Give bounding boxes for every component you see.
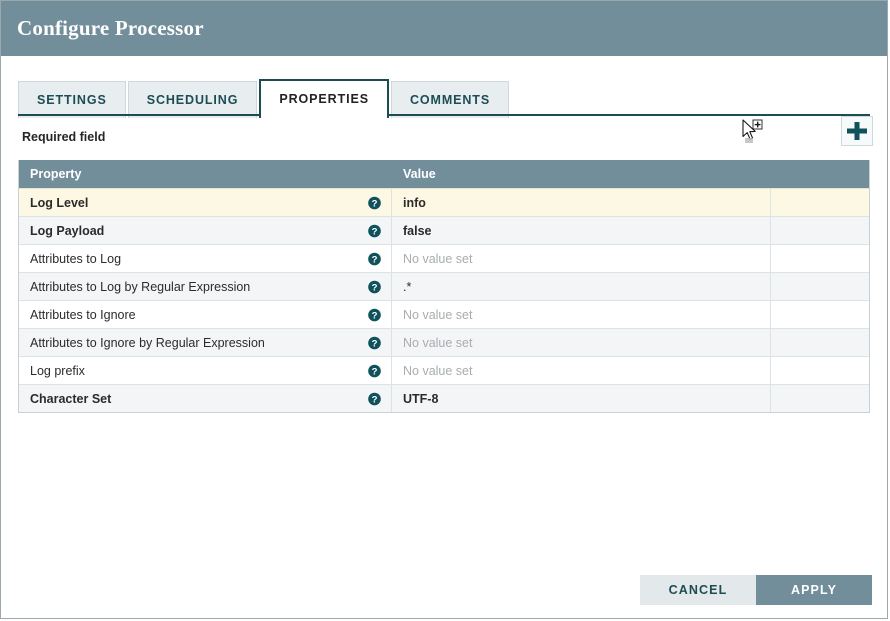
row-actions-cell[interactable] bbox=[771, 329, 869, 356]
svg-text:?: ? bbox=[372, 226, 378, 237]
property-label: Character Set bbox=[30, 391, 112, 406]
table-row[interactable]: Character Set ? UTF-8 bbox=[19, 384, 869, 412]
property-name-cell: Attributes to Log by Regular Expression … bbox=[19, 273, 392, 300]
property-label: Log prefix bbox=[30, 363, 85, 378]
row-actions-cell[interactable] bbox=[771, 357, 869, 384]
property-value-cell[interactable]: No value set bbox=[392, 301, 771, 328]
required-field-label: Required field bbox=[22, 130, 106, 144]
property-name-cell: Log Payload ? bbox=[19, 217, 392, 244]
property-value-cell[interactable]: No value set bbox=[392, 357, 771, 384]
help-circle-icon[interactable]: ? bbox=[368, 392, 381, 405]
column-header-property: Property bbox=[30, 167, 82, 181]
help-circle-icon[interactable]: ? bbox=[368, 252, 381, 265]
plus-icon bbox=[842, 117, 872, 145]
column-header-value: Value bbox=[403, 167, 436, 181]
property-value-cell[interactable]: info bbox=[392, 189, 771, 216]
apply-button[interactable]: APPLY bbox=[756, 575, 872, 605]
properties-toolbar: Required field bbox=[1, 116, 887, 160]
property-value-cell[interactable]: No value set bbox=[392, 245, 771, 272]
help-circle-icon[interactable]: ? bbox=[368, 280, 381, 293]
table-row[interactable]: Attributes to Log ? No value set bbox=[19, 244, 869, 272]
tab-scheduling[interactable]: SCHEDULING bbox=[127, 81, 258, 118]
property-value-cell[interactable]: UTF-8 bbox=[392, 385, 771, 412]
property-label: Attributes to Ignore bbox=[30, 307, 136, 322]
property-label: Log Level bbox=[30, 195, 89, 210]
property-name-cell: Attributes to Ignore by Regular Expressi… bbox=[19, 329, 392, 356]
property-value-cell[interactable]: .* bbox=[392, 273, 771, 300]
property-label: Log Payload bbox=[30, 223, 105, 238]
table-row[interactable]: Attributes to Log by Regular Expression … bbox=[19, 272, 869, 300]
tab-comments[interactable]: COMMENTS bbox=[390, 81, 510, 118]
property-name-cell: Log prefix ? bbox=[19, 357, 392, 384]
tab-properties[interactable]: PROPERTIES bbox=[259, 79, 389, 118]
row-actions-cell[interactable] bbox=[771, 189, 869, 216]
row-actions-cell[interactable] bbox=[771, 385, 869, 412]
dialog-title: Configure Processor bbox=[17, 16, 204, 40]
svg-text:?: ? bbox=[372, 394, 378, 405]
property-table: Property Value Log Level ? info Log Payl… bbox=[18, 160, 870, 413]
table-row[interactable]: Attributes to Ignore by Regular Expressi… bbox=[19, 328, 869, 356]
help-circle-icon[interactable]: ? bbox=[368, 336, 381, 349]
dialog-titlebar: Configure Processor bbox=[1, 1, 887, 56]
help-circle-icon[interactable]: ? bbox=[368, 196, 381, 209]
row-actions-cell[interactable] bbox=[771, 273, 869, 300]
configure-processor-dialog: Configure Processor SETTINGS SCHEDULING PR… bbox=[0, 0, 888, 619]
row-actions-cell[interactable] bbox=[771, 217, 869, 244]
table-header-row: Property Value bbox=[19, 160, 869, 188]
svg-text:?: ? bbox=[372, 282, 378, 293]
table-row[interactable]: Attributes to Ignore ? No value set bbox=[19, 300, 869, 328]
tab-settings[interactable]: SETTINGS bbox=[18, 81, 126, 118]
cancel-button[interactable]: CANCEL bbox=[640, 575, 756, 605]
help-circle-icon[interactable]: ? bbox=[368, 308, 381, 321]
property-name-cell: Attributes to Log ? bbox=[19, 245, 392, 272]
tab-strip: SETTINGS SCHEDULING PROPERTIES COMMENTS bbox=[1, 79, 887, 118]
property-value-cell[interactable]: No value set bbox=[392, 329, 771, 356]
property-label: Attributes to Log bbox=[30, 251, 122, 266]
svg-text:?: ? bbox=[372, 366, 378, 377]
table-row[interactable]: Log Level ? info bbox=[19, 188, 869, 216]
property-label: Attributes to Ignore by Regular Expressi… bbox=[30, 335, 265, 350]
add-property-button[interactable] bbox=[841, 116, 873, 146]
property-name-cell: Character Set ? bbox=[19, 385, 392, 412]
row-actions-cell[interactable] bbox=[771, 301, 869, 328]
row-actions-cell[interactable] bbox=[771, 245, 869, 272]
dialog-footer: CANCEL APPLY bbox=[640, 575, 872, 605]
property-value-cell[interactable]: false bbox=[392, 217, 771, 244]
property-name-cell: Log Level ? bbox=[19, 189, 392, 216]
svg-text:?: ? bbox=[372, 198, 378, 209]
svg-text:?: ? bbox=[372, 310, 378, 321]
table-row[interactable]: Log prefix ? No value set bbox=[19, 356, 869, 384]
help-circle-icon[interactable]: ? bbox=[368, 224, 381, 237]
property-name-cell: Attributes to Ignore ? bbox=[19, 301, 392, 328]
svg-text:?: ? bbox=[372, 254, 378, 265]
property-label: Attributes to Log by Regular Expression bbox=[30, 279, 251, 294]
help-circle-icon[interactable]: ? bbox=[368, 364, 381, 377]
svg-text:?: ? bbox=[372, 338, 378, 349]
table-row[interactable]: Log Payload ? false bbox=[19, 216, 869, 244]
